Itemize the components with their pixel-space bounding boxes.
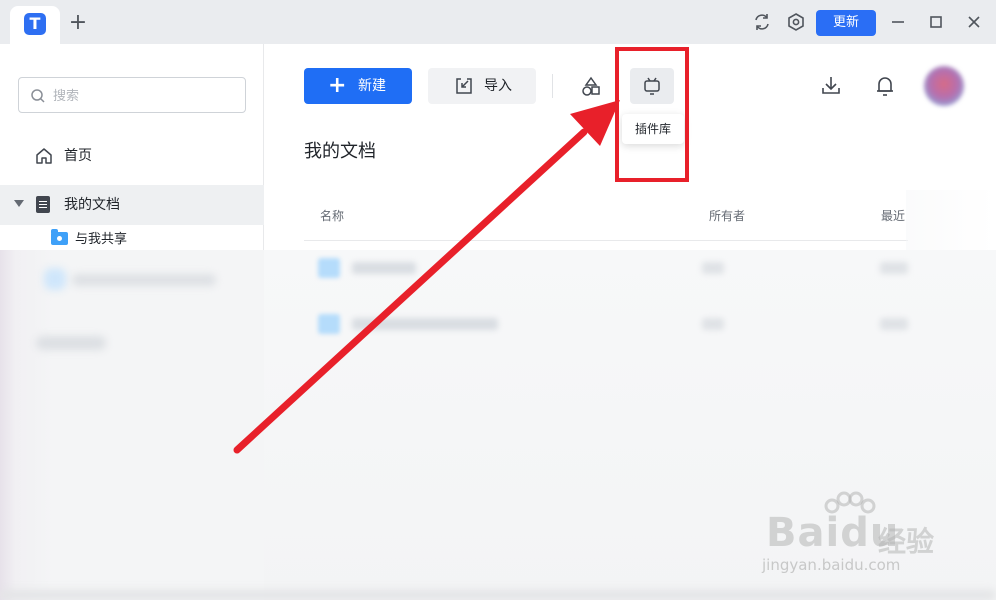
toolbar-divider: [552, 74, 553, 98]
import-icon: [456, 78, 472, 94]
download-icon[interactable]: [820, 74, 842, 98]
new-button[interactable]: + 新建: [304, 68, 412, 104]
chevron-down-icon[interactable]: [14, 200, 24, 207]
app-logo: T: [24, 13, 46, 35]
blurred-text: [352, 262, 416, 274]
app-tab[interactable]: T: [10, 6, 60, 44]
sidebar-item-label: 与我共享: [75, 232, 128, 247]
blurred-text: [880, 262, 908, 274]
blurred-text: [36, 336, 106, 350]
blurred-text: [880, 318, 908, 330]
maximize-icon[interactable]: [926, 12, 946, 32]
blurred-text: [352, 318, 498, 330]
sidebar: 首页 我的文档 与我共享: [0, 44, 264, 250]
sidebar-item-label: 我的文档: [64, 197, 120, 213]
shapes-icon[interactable]: [578, 74, 604, 100]
table-row[interactable]: [304, 304, 908, 344]
shared-folder-icon: [51, 229, 68, 245]
folder-icon: [318, 258, 340, 278]
plus-icon: +: [328, 73, 347, 98]
blurred-sidebar-area: [0, 250, 264, 600]
document-icon: [36, 196, 50, 213]
table-row[interactable]: [304, 248, 908, 288]
minimize-icon[interactable]: [888, 12, 908, 32]
page-title: 我的文档: [304, 141, 376, 162]
bell-icon[interactable]: [874, 74, 896, 98]
new-tab-plus-icon[interactable]: +: [66, 10, 90, 36]
user-avatar[interactable]: [924, 66, 964, 106]
column-header-owner[interactable]: 所有者: [709, 208, 745, 224]
blurred-text: [72, 274, 216, 286]
watermark-url: jingyan.baidu.com: [762, 556, 901, 574]
annotation-highlight-box: [615, 47, 689, 182]
column-header-recent[interactable]: 最近: [881, 208, 905, 224]
folder-icon: [318, 314, 340, 334]
refresh-icon[interactable]: [752, 12, 772, 32]
search-input[interactable]: [53, 86, 233, 106]
update-button[interactable]: 更新: [816, 10, 876, 36]
blurred-text: [702, 318, 724, 330]
blurred-edge: [906, 190, 996, 250]
sidebar-item-home[interactable]: 首页: [0, 136, 264, 176]
blurred-text: [702, 262, 724, 274]
import-button[interactable]: 导入: [428, 68, 536, 104]
sidebar-item-my-documents[interactable]: 我的文档: [0, 185, 264, 225]
header-divider: [304, 240, 908, 241]
blurred-folder-icon: [44, 268, 66, 290]
close-icon[interactable]: [964, 12, 984, 32]
search-icon: [31, 89, 45, 103]
home-icon: [36, 148, 52, 164]
sidebar-item-shared-with-me[interactable]: 与我共享: [0, 225, 264, 255]
title-bar: T + 更新: [0, 0, 996, 44]
watermark-brand-cn: 经验: [878, 525, 935, 558]
sidebar-item-label: 首页: [64, 148, 92, 164]
settings-icon[interactable]: [786, 12, 806, 32]
column-header-name[interactable]: 名称: [320, 208, 344, 224]
search-box[interactable]: [18, 77, 246, 113]
blurred-footer: [0, 590, 996, 600]
new-button-label: 新建: [358, 78, 386, 94]
import-button-label: 导入: [484, 78, 512, 94]
